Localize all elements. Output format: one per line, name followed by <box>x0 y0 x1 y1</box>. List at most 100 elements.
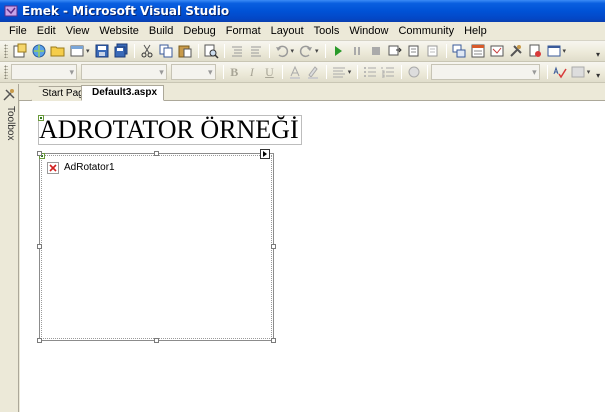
adrotator-id-label: AdRotator1 <box>64 162 115 173</box>
block-format-dropdown[interactable] <box>10 64 78 80</box>
open-folder-icon[interactable] <box>49 42 67 60</box>
toolbox-strip: Toolbox <box>0 84 19 412</box>
adrotator-dotted-border <box>41 155 272 339</box>
menu-window[interactable]: Window <box>344 23 393 40</box>
menu-layout[interactable]: Layout <box>266 23 309 40</box>
menu-file[interactable]: File <box>4 23 32 40</box>
toolbox-tab[interactable]: Toolbox <box>2 88 16 148</box>
tab-default3-aspx[interactable]: Default3.aspx <box>81 85 165 101</box>
formatting-toolbar: B I U ▾ ▾ ▾ <box>0 62 605 83</box>
window-layout-dropdown-icon[interactable]: ▾ <box>563 47 567 55</box>
toolbox-tools-icon <box>3 89 15 101</box>
stop-icon[interactable] <box>367 42 385 60</box>
resize-handle-top-left[interactable] <box>37 151 42 156</box>
redo-icon[interactable] <box>297 42 315 60</box>
adrotator-control[interactable]: AdRotator1 <box>37 149 276 343</box>
window-layout-icon[interactable] <box>545 42 563 60</box>
resize-handle-top[interactable] <box>154 151 159 156</box>
design-tools-dropdown-icon[interactable]: ▾ <box>587 68 591 76</box>
resize-handle-bottom[interactable] <box>154 338 159 343</box>
toolbar-separator <box>445 44 447 58</box>
pause-icon[interactable] <box>348 42 366 60</box>
resize-handle-right[interactable] <box>271 244 276 249</box>
underline-button[interactable]: U <box>262 64 278 80</box>
find-icon[interactable] <box>202 42 220 60</box>
undo-dropdown-icon[interactable]: ▾ <box>291 47 295 55</box>
properties-icon[interactable] <box>469 42 487 60</box>
toolbar-separator <box>197 44 199 58</box>
redo-dropdown-icon[interactable]: ▾ <box>315 47 319 55</box>
design-surface[interactable]: ADROTATOR ÖRNEĞİ AdRotator1 <box>20 101 605 412</box>
page-heading: ADROTATOR ÖRNEĞİ <box>39 115 299 144</box>
toolbar-separator <box>133 44 135 58</box>
class-view-icon[interactable] <box>526 42 544 60</box>
menu-view[interactable]: View <box>61 23 95 40</box>
bold-button[interactable]: B <box>227 64 243 80</box>
window-title-bar[interactable]: Emek - Microsoft Visual Studio <box>0 0 605 22</box>
toolbar-separator <box>268 44 270 58</box>
toolbar-separator <box>546 65 548 79</box>
italic-button[interactable]: I <box>244 64 260 80</box>
toolbar-separator <box>324 44 326 58</box>
start-debug-icon[interactable] <box>329 42 347 60</box>
toolbar-grip[interactable] <box>4 44 8 58</box>
design-tools-icon[interactable] <box>569 63 587 81</box>
toolbar-separator <box>426 65 428 79</box>
style-application-icon[interactable] <box>405 63 423 81</box>
standard-toolbar: ▾ ▾ ▾ ▾ ▾ <box>0 41 605 62</box>
menu-edit[interactable]: Edit <box>32 23 61 40</box>
menu-build[interactable]: Build <box>144 23 178 40</box>
menu-website[interactable]: Website <box>94 23 144 40</box>
menu-format[interactable]: Format <box>221 23 266 40</box>
font-name-dropdown[interactable] <box>81 64 167 80</box>
toolbar-grip[interactable] <box>4 65 8 79</box>
save-icon[interactable] <box>93 42 111 60</box>
heading-element[interactable]: ADROTATOR ÖRNEĞİ <box>38 115 302 145</box>
bullets-icon[interactable] <box>361 63 379 81</box>
toolbar-separator <box>223 44 225 58</box>
cut-icon[interactable] <box>138 42 156 60</box>
toolbar-overflow-icon[interactable]: ▾ <box>593 64 603 80</box>
numbering-icon[interactable] <box>380 63 398 81</box>
toolbar-overflow-icon[interactable]: ▾ <box>593 43 603 59</box>
resize-handle-bottom-left[interactable] <box>37 338 42 343</box>
step-over-icon[interactable] <box>405 42 423 60</box>
justify-dropdown-icon[interactable]: ▾ <box>348 68 352 76</box>
resize-handle-left[interactable] <box>37 244 42 249</box>
comment-icon[interactable] <box>228 42 246 60</box>
menu-help[interactable]: Help <box>459 23 492 40</box>
smart-tag-icon[interactable] <box>260 149 270 159</box>
copy-icon[interactable] <box>157 42 175 60</box>
save-all-icon[interactable] <box>112 42 130 60</box>
undo-icon[interactable] <box>273 42 291 60</box>
foreground-color-icon[interactable] <box>286 63 304 81</box>
window-title: Emek - Microsoft Visual Studio <box>22 4 230 18</box>
visual-studio-icon <box>4 4 18 18</box>
broken-image-icon <box>47 162 59 174</box>
uncomment-icon[interactable] <box>247 42 265 60</box>
step-out-icon[interactable] <box>424 42 442 60</box>
new-website-icon[interactable] <box>30 42 48 60</box>
menu-bar: File Edit View Website Build Debug Forma… <box>0 22 605 41</box>
toolbar-separator <box>357 65 359 79</box>
justify-icon[interactable] <box>330 63 348 81</box>
toolbar-separator <box>401 65 403 79</box>
paste-icon[interactable] <box>176 42 194 60</box>
toolbar-separator <box>222 65 224 79</box>
font-size-dropdown[interactable] <box>170 64 216 80</box>
solution-explorer-icon[interactable] <box>450 42 468 60</box>
step-into-icon[interactable] <box>386 42 404 60</box>
resize-handle-bottom-right[interactable] <box>271 338 276 343</box>
spell-check-icon[interactable] <box>551 63 569 81</box>
add-item-icon[interactable] <box>68 42 86 60</box>
new-project-icon[interactable] <box>11 42 29 60</box>
toolbox-icon[interactable] <box>507 42 525 60</box>
menu-debug[interactable]: Debug <box>178 23 220 40</box>
object-browser-icon[interactable] <box>488 42 506 60</box>
dropdown-arrow-icon[interactable]: ▾ <box>86 47 90 55</box>
menu-tools[interactable]: Tools <box>309 23 345 40</box>
target-rule-dropdown[interactable] <box>430 64 540 80</box>
menu-community[interactable]: Community <box>393 23 459 40</box>
background-color-icon[interactable] <box>305 63 323 81</box>
toolbar-separator <box>282 65 284 79</box>
